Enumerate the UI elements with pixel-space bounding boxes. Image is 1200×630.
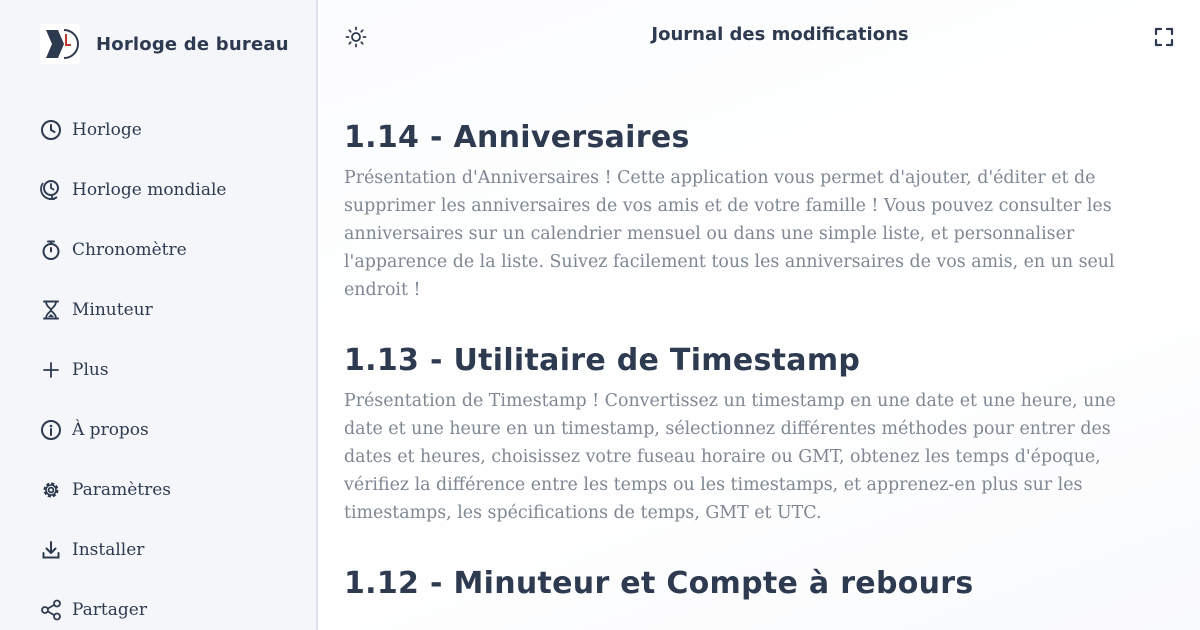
sidebar-item-label: Horloge	[72, 120, 142, 140]
clock-logo-icon	[40, 24, 80, 64]
changelog-entry: 1.13 - Utilitaire de Timestamp Présentat…	[344, 340, 1144, 527]
main-panel: Journal des modifications 1.14 - Anniver…	[320, 0, 1200, 630]
entry-title: 1.12 - Minuteur et Compte à rebours	[344, 566, 974, 601]
entry-title: 1.13 - Utilitaire de Timestamp	[344, 343, 861, 378]
hourglass-icon	[40, 299, 62, 321]
sidebar-item-parametres[interactable]: Paramètres	[40, 460, 226, 520]
brand[interactable]: Horloge de bureau	[40, 24, 289, 64]
changelog-entry: 1.12 - Minuteur et Compte à rebours	[344, 563, 1144, 605]
sidebar-item-partager[interactable]: Partager	[40, 580, 226, 630]
entry-text: Présentation de Timestamp ! Convertissez…	[344, 391, 1116, 523]
sidebar-item-label: Chronomètre	[72, 240, 187, 260]
sidebar-item-horloge-mondiale[interactable]: Horloge mondiale	[40, 160, 226, 220]
stopwatch-icon	[40, 239, 62, 261]
sidebar: Horloge de bureau Horloge Horloge mondia…	[0, 0, 318, 630]
changelog-entry: 1.14 - Anniversaires Présentation d'Anni…	[344, 117, 1144, 304]
entry-text: Présentation d'Anniversaires ! Cette app…	[344, 168, 1115, 300]
fullscreen-icon[interactable]	[1152, 25, 1176, 49]
sidebar-item-label: À propos	[72, 420, 149, 440]
sidebar-item-label: Paramètres	[72, 480, 171, 500]
sidebar-item-installer[interactable]: Installer	[40, 520, 226, 580]
app-name: Horloge de bureau	[96, 33, 289, 55]
sidebar-item-label: Horloge mondiale	[72, 180, 227, 200]
sidebar-item-label: Minuteur	[72, 300, 153, 320]
sidebar-nav: Horloge Horloge mondiale Chronomètre Min…	[40, 100, 226, 630]
world-clock-icon	[40, 179, 62, 201]
entry-title: 1.14 - Anniversaires	[344, 120, 690, 155]
sidebar-item-a-propos[interactable]: À propos	[40, 400, 226, 460]
page-title: Journal des modifications	[651, 24, 909, 45]
download-icon	[40, 539, 62, 561]
changelog-list: 1.14 - Anniversaires Présentation d'Anni…	[344, 117, 1144, 630]
sidebar-item-label: Plus	[72, 360, 109, 380]
clock-icon	[40, 119, 62, 141]
gear-icon	[40, 479, 62, 501]
plus-icon	[40, 359, 62, 381]
sidebar-item-plus[interactable]: Plus	[40, 340, 226, 400]
sidebar-item-label: Installer	[72, 540, 145, 560]
sidebar-item-chronometre[interactable]: Chronomètre	[40, 220, 226, 280]
sidebar-item-minuteur[interactable]: Minuteur	[40, 280, 226, 340]
info-icon	[40, 419, 62, 441]
share-icon	[40, 599, 62, 621]
sidebar-item-horloge[interactable]: Horloge	[40, 100, 226, 160]
sidebar-item-label: Partager	[72, 600, 147, 620]
